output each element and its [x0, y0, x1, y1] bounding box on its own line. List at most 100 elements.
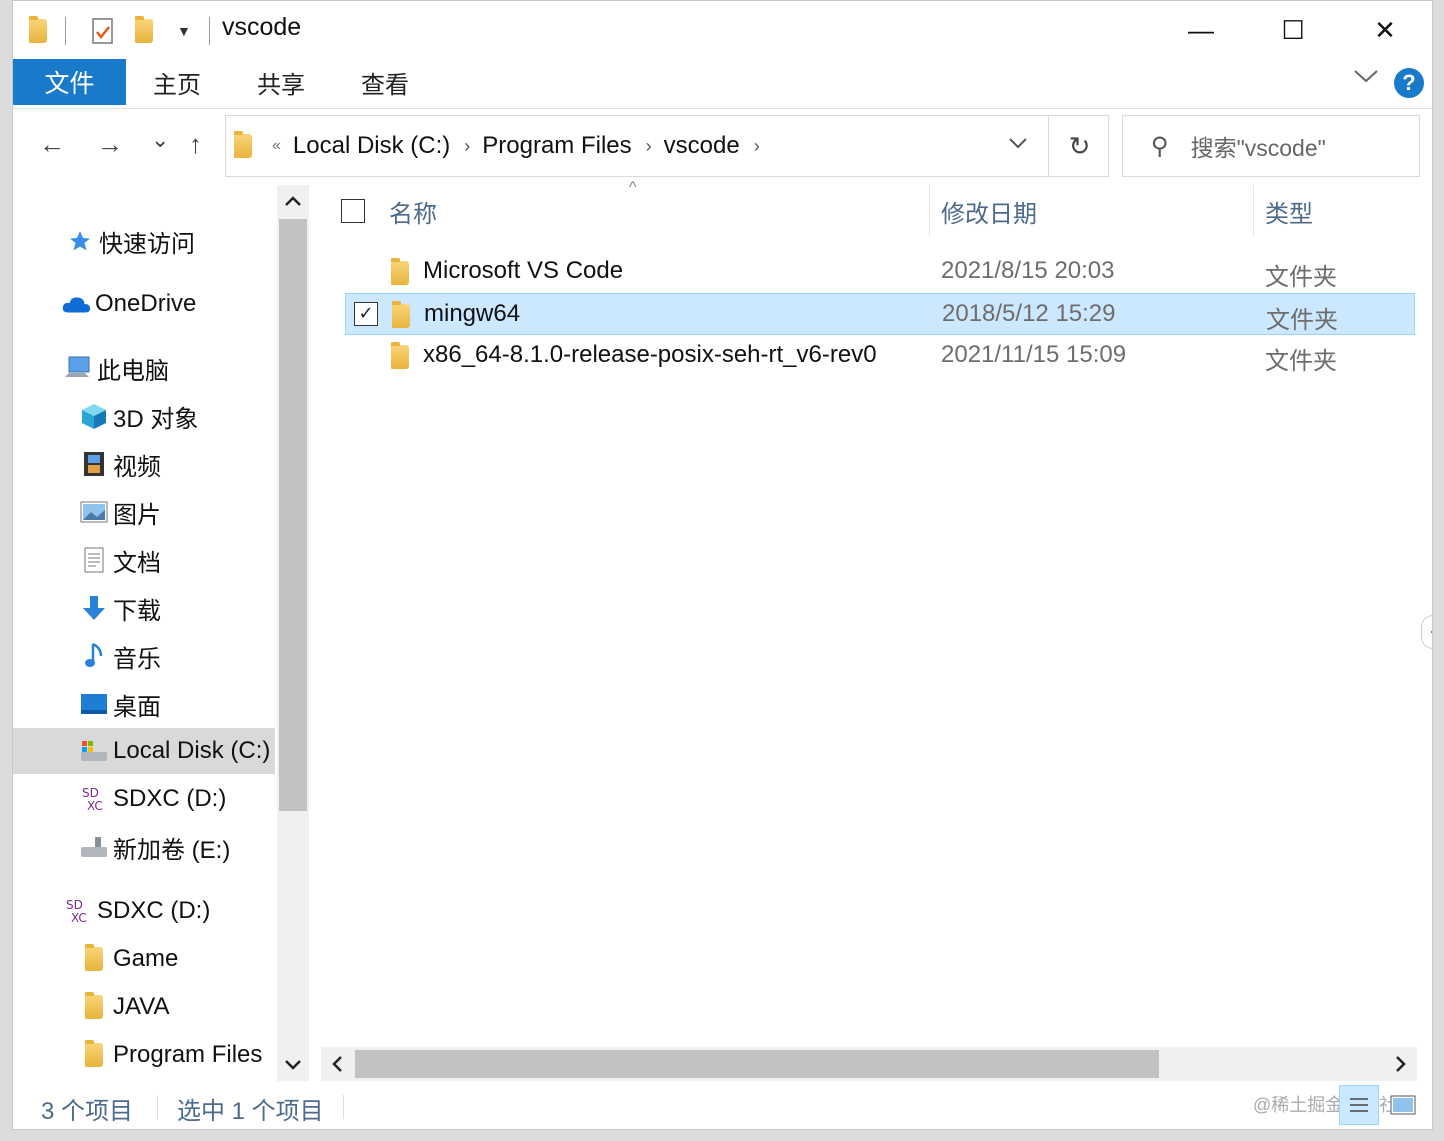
- cube-icon: [79, 403, 109, 429]
- customize-toolbar-chevron-icon[interactable]: ▼: [177, 15, 191, 47]
- scrollbar-thumb[interactable]: [355, 1050, 1159, 1078]
- nav-item-label: Local Disk (C:): [113, 737, 271, 764]
- search-box[interactable]: ⚲ 搜索"vscode": [1122, 115, 1420, 177]
- scroll-right-icon[interactable]: [1385, 1047, 1417, 1081]
- search-input[interactable]: 搜索"vscode": [1191, 129, 1326, 163]
- nav-pane-scrollbar[interactable]: [277, 185, 309, 1081]
- nav-downloads[interactable]: 下载: [13, 585, 275, 631]
- nav-item-label: Program Files: [113, 1041, 263, 1068]
- scroll-up-icon[interactable]: [277, 185, 309, 217]
- file-row[interactable]: x86_64-8.1.0-release-posix-seh-rt_v6-rev…: [345, 335, 1415, 377]
- picture-icon: [79, 499, 109, 525]
- scroll-left-icon[interactable]: [321, 1047, 353, 1081]
- nav-folder-game[interactable]: Game: [13, 936, 275, 982]
- file-row[interactable]: Microsoft VS Code 2021/8/15 20:03 文件夹: [345, 251, 1415, 293]
- nav-item-label: JAVA: [113, 993, 170, 1020]
- breadcrumb-program-files[interactable]: Program Files: [482, 132, 631, 160]
- breadcrumb-chevron-icon[interactable]: ›: [754, 136, 760, 157]
- recent-locations-chevron-icon[interactable]: ⌄: [151, 127, 169, 153]
- tab-view[interactable]: 查看: [361, 59, 409, 105]
- file-name: x86_64-8.1.0-release-posix-seh-rt_v6-rev…: [423, 341, 877, 368]
- status-divider: [343, 1095, 344, 1119]
- nav-local-disk-c[interactable]: Local Disk (C:): [13, 728, 275, 774]
- back-button[interactable]: ←: [39, 129, 65, 160]
- nav-item-label: 快速访问: [99, 230, 195, 258]
- quick-access-folder-icon[interactable]: [29, 15, 47, 47]
- nav-item-label: Game: [113, 945, 179, 972]
- maximize-button[interactable]: ☐: [1247, 5, 1339, 55]
- nav-item-label: 音乐: [113, 645, 161, 673]
- drive-icon: [79, 834, 109, 860]
- select-all-checkbox[interactable]: [341, 199, 365, 223]
- details-view-icon[interactable]: [1339, 1085, 1379, 1125]
- column-header-type[interactable]: 类型: [1265, 185, 1313, 237]
- nav-documents[interactable]: 文档: [13, 537, 275, 583]
- file-date: 2021/8/15 20:03: [941, 257, 1115, 284]
- close-button[interactable]: ✕: [1339, 5, 1431, 55]
- nav-item-label: SDXC (D:): [97, 897, 211, 924]
- collapse-pane-chevron-icon[interactable]: ‹: [1421, 615, 1432, 649]
- nav-music[interactable]: 音乐: [13, 633, 275, 679]
- music-icon: [79, 642, 109, 669]
- nav-desktop[interactable]: 桌面: [13, 681, 275, 727]
- new-folder-icon[interactable]: [135, 15, 153, 47]
- nav-3d-objects[interactable]: 3D 对象: [13, 393, 275, 439]
- scrollbar-thumb[interactable]: [279, 219, 307, 811]
- expand-ribbon-chevron-icon[interactable]: [1353, 67, 1379, 90]
- window-title: vscode: [222, 13, 302, 41]
- nav-item-label: OneDrive: [95, 290, 197, 317]
- forward-button[interactable]: →: [97, 129, 123, 160]
- column-divider[interactable]: [1253, 185, 1254, 237]
- breadcrumb-vscode[interactable]: vscode: [664, 132, 740, 160]
- column-header-name[interactable]: 名称: [389, 185, 437, 237]
- selection-count: 选中 1 个项目: [177, 1098, 324, 1125]
- address-folder-icon: [234, 131, 252, 158]
- svg-text:SD: SD: [82, 786, 99, 800]
- address-dropdown-chevron-icon[interactable]: [1008, 130, 1028, 156]
- tab-home[interactable]: 主页: [153, 59, 201, 105]
- nav-sdxc-d[interactable]: SD XC SDXC (D:): [13, 776, 275, 822]
- nav-quick-access[interactable]: 快速访问: [13, 218, 275, 264]
- folder-icon: [392, 301, 410, 328]
- file-date: 2021/11/15 15:09: [941, 341, 1127, 368]
- breadcrumb-overflow-icon[interactable]: «: [272, 137, 281, 155]
- horizontal-scrollbar[interactable]: [321, 1047, 1417, 1081]
- drive-icon: [79, 738, 109, 764]
- file-type: 文件夹: [1266, 307, 1338, 334]
- properties-icon[interactable]: [91, 15, 115, 47]
- nav-new-volume-e[interactable]: 新加卷 (E:): [13, 824, 275, 870]
- column-divider[interactable]: [929, 185, 930, 237]
- column-header-date[interactable]: 修改日期: [941, 185, 1037, 237]
- folder-icon: [391, 258, 409, 285]
- nav-videos[interactable]: 视频: [13, 441, 275, 487]
- minimize-button[interactable]: —: [1155, 5, 1247, 55]
- large-icons-view-icon[interactable]: [1383, 1085, 1423, 1125]
- nav-folder-java[interactable]: JAVA: [13, 984, 275, 1030]
- row-checkbox[interactable]: ✓: [354, 302, 378, 326]
- nav-onedrive[interactable]: OneDrive: [13, 281, 275, 327]
- file-row-selected[interactable]: ✓ mingw64 2018/5/12 15:29 文件夹: [345, 293, 1415, 335]
- scroll-down-icon[interactable]: [277, 1049, 309, 1081]
- breadcrumb-chevron-icon[interactable]: ›: [646, 136, 652, 157]
- nav-pictures[interactable]: 图片: [13, 489, 275, 535]
- tab-share[interactable]: 共享: [257, 59, 305, 105]
- nav-folder-program-files[interactable]: Program Files: [13, 1032, 275, 1078]
- nav-item-label: 视频: [113, 453, 161, 481]
- breadcrumb-local-disk[interactable]: Local Disk (C:): [293, 132, 450, 160]
- status-bar: 3 个项目 选中 1 个项目 @稀土掘金技术社区: [13, 1081, 1432, 1129]
- folder-icon: [79, 1040, 109, 1068]
- up-button[interactable]: ↑: [189, 129, 202, 160]
- nav-sdxc-d-root[interactable]: SD XC SDXC (D:): [13, 888, 275, 934]
- help-icon[interactable]: ?: [1394, 68, 1424, 98]
- nav-this-pc[interactable]: 此电脑: [13, 345, 275, 391]
- desktop-icon: [79, 691, 109, 717]
- tab-file[interactable]: 文件: [13, 59, 126, 105]
- address-bar[interactable]: « Local Disk (C:) › Program Files › vsco…: [225, 115, 1109, 177]
- item-count: 3 个项目: [41, 1098, 134, 1125]
- file-list: ^ 名称 修改日期 类型 Microsoft VS Code 2021/8/15…: [317, 179, 1432, 1081]
- download-icon: [79, 595, 109, 621]
- breadcrumb-chevron-icon[interactable]: ›: [464, 136, 470, 157]
- file-name: Microsoft VS Code: [423, 257, 624, 284]
- refresh-button[interactable]: ↻: [1048, 116, 1110, 176]
- nav-item-label: 新加卷 (E:): [113, 836, 231, 864]
